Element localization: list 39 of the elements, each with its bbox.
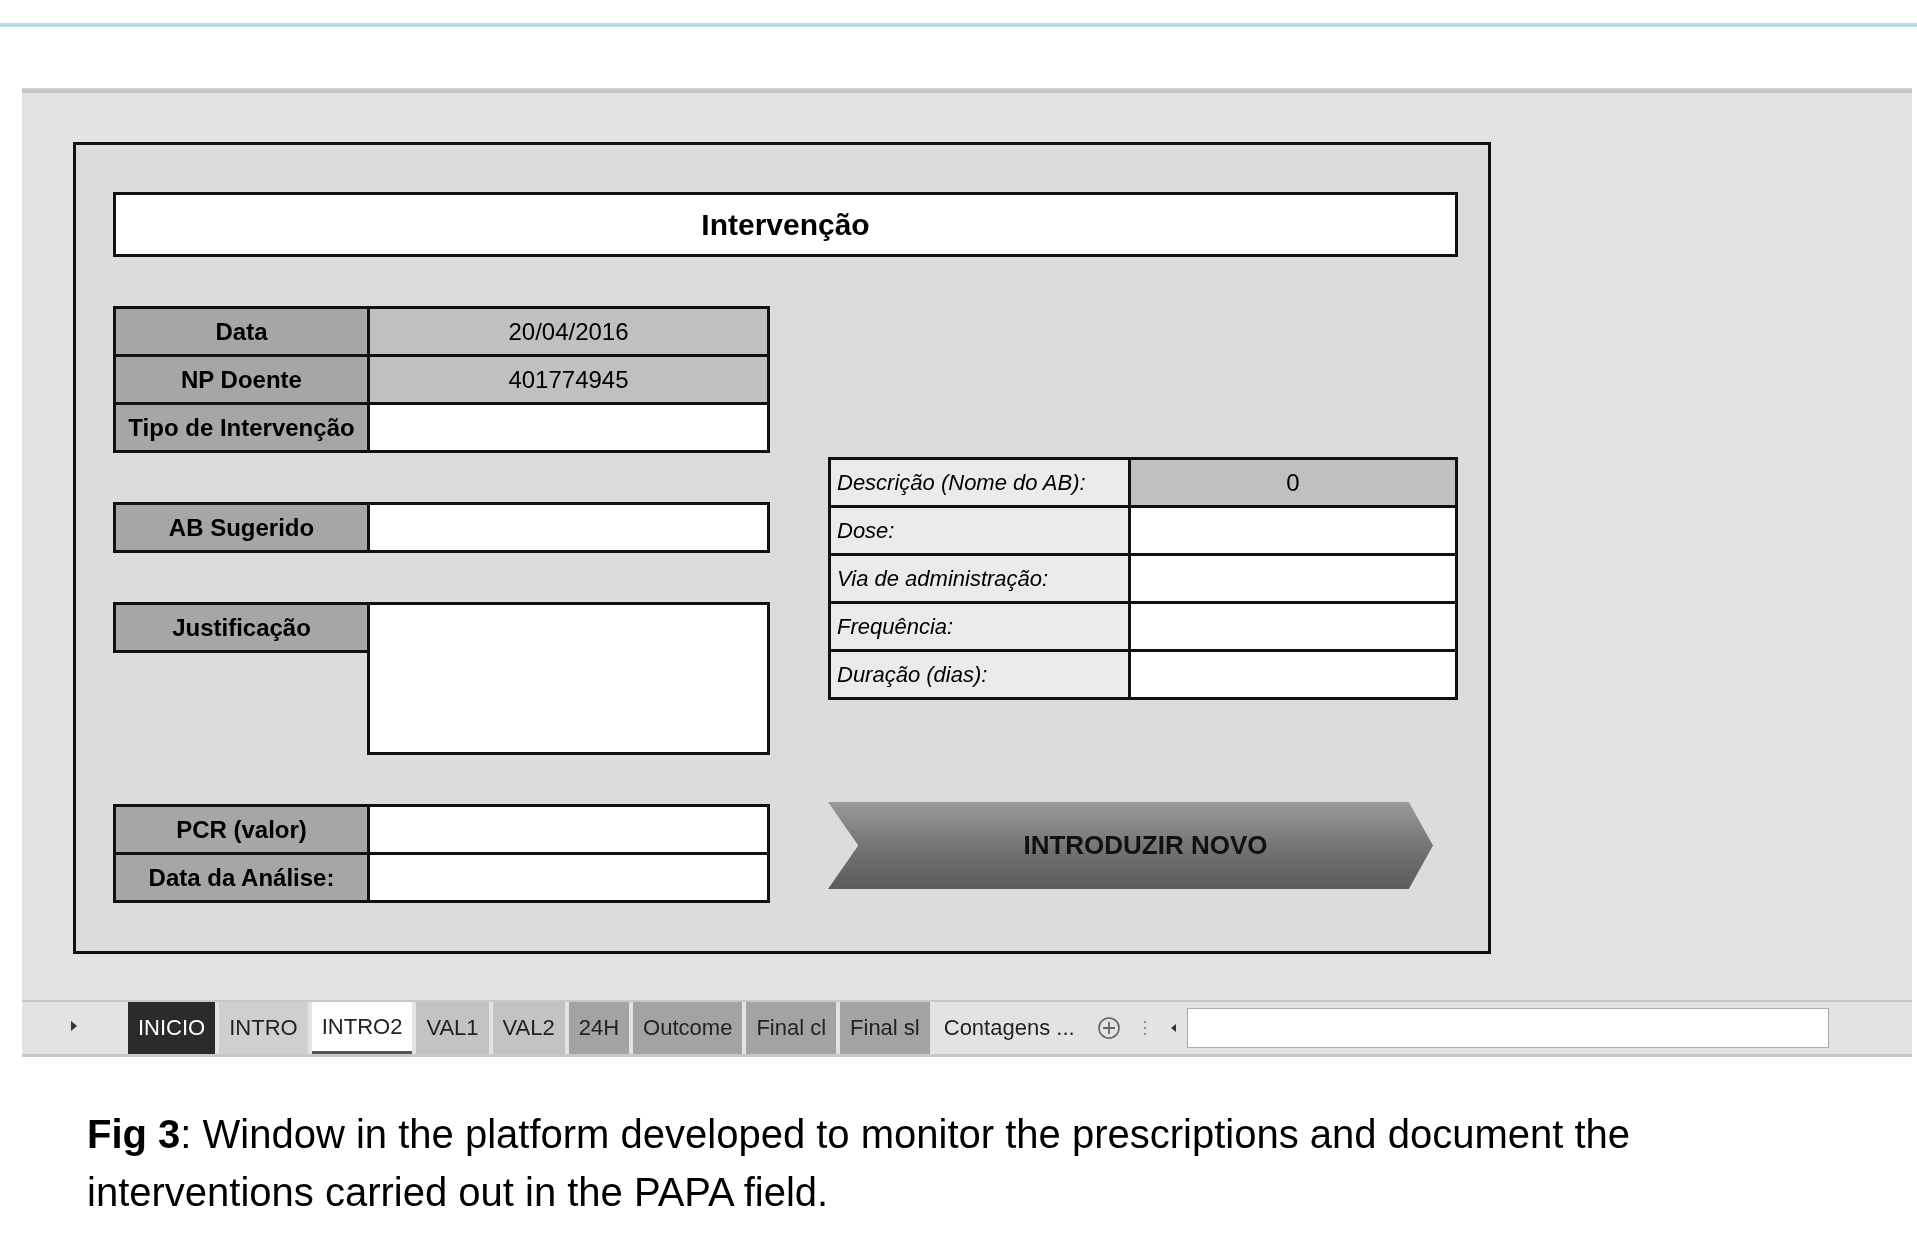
field-label: Duração (dias): [828, 649, 1131, 700]
input-field[interactable] [1128, 505, 1458, 556]
input-field[interactable] [1128, 649, 1458, 700]
input-field[interactable] [1128, 601, 1458, 652]
sheet-tab[interactable]: Final sl [840, 1002, 930, 1054]
input-field[interactable] [367, 804, 770, 855]
form-title: Intervenção [113, 192, 1458, 257]
horizontal-scrollbar[interactable] [1186, 1008, 1829, 1048]
sheet-tab[interactable]: INTRO2 [311, 1002, 413, 1054]
field-label: NP Doente [113, 354, 370, 405]
sheet-tab[interactable]: VAL2 [492, 1002, 565, 1054]
figure-caption: Fig 3: Window in the platform developed to monitor the prescriptions and document the interventions carried out in the PAPA field. [87, 1111, 1632, 1216]
input-field[interactable]: 20/04/2016 [367, 306, 770, 357]
field-label: Tipo de Intervenção [113, 402, 370, 453]
input-field[interactable] [1128, 553, 1458, 604]
input-field[interactable]: 0 [1128, 457, 1458, 508]
sheet-tab[interactable]: Final cl [746, 1002, 837, 1054]
field-label: AB Sugerido [113, 502, 370, 553]
field-label: Descrição (Nome do AB): [828, 457, 1131, 508]
text-area[interactable] [367, 602, 770, 755]
field-label: Dose: [828, 505, 1131, 556]
field-label: PCR (valor) [113, 804, 370, 855]
field-label: Data da Análise: [113, 852, 370, 903]
field-label: Justificação [113, 602, 370, 653]
sheet-tab[interactable]: VAL1 [416, 1002, 489, 1054]
input-field[interactable]: 401774945 [367, 354, 770, 405]
field-label: Frequência: [828, 601, 1131, 652]
sheet-tab[interactable]: Outcome [633, 1002, 743, 1054]
input-field[interactable] [367, 852, 770, 903]
introduce-new-button[interactable]: INTRODUZIR NOVO [828, 802, 1433, 889]
field-label: Via de administração: [828, 553, 1131, 604]
input-field[interactable] [367, 502, 770, 553]
sheet-tab[interactable]: 24H [568, 1002, 630, 1054]
sheet-tab[interactable]: INTRO [219, 1002, 308, 1054]
input-field[interactable] [367, 402, 770, 453]
field-label: Data [113, 306, 370, 357]
sheet-tab[interactable]: INICIO [128, 1002, 216, 1054]
add-sheet-icon[interactable] [1096, 1016, 1121, 1040]
scroll-right-icon[interactable] [70, 1020, 78, 1032]
